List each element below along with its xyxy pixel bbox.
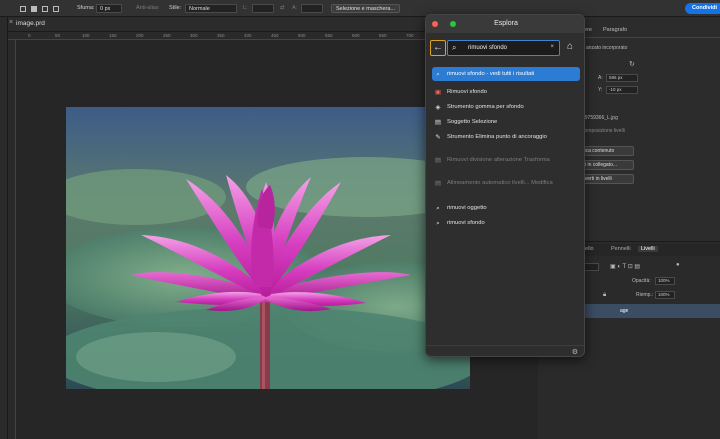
back-arrow-icon[interactable]: ← — [430, 40, 446, 56]
menu-icon: ▤ — [434, 157, 442, 164]
document-name: image.prd — [16, 20, 45, 27]
result-text: rimuovi sfondo - vedi tutti i risultati — [447, 70, 535, 77]
ruler-tick: 100 — [82, 33, 90, 38]
explore-dialog: Esplora ← ⌕ rimuovi sfondo × ⌂ ⌕ rimuovi… — [425, 14, 585, 357]
menu-icon: ▤ — [434, 119, 442, 126]
result-text: Rimuovi sfondo — [447, 89, 487, 95]
home-icon[interactable]: ⌂ — [567, 41, 573, 52]
width-label: L: — [243, 5, 248, 11]
height-input[interactable] — [301, 4, 323, 13]
intersect-selection-icon[interactable] — [53, 5, 59, 12]
ruler-tick: 350 — [217, 33, 225, 38]
embedded-object-label: anzato incorporato — [586, 45, 628, 51]
feather-label: Sfuma: — [77, 5, 95, 11]
result-text: Strumento gomma per sfondo — [447, 104, 524, 110]
search-input[interactable]: ⌕ rimuovi sfondo × — [447, 40, 560, 56]
result-delete-anchor-point[interactable]: ✎ Strumento Elimina punto di ancoraggio — [432, 134, 580, 149]
clear-icon[interactable]: × — [550, 44, 554, 50]
tab-paragraph[interactable]: Paragrafo — [603, 27, 627, 33]
result-label: rimuovi sfondo - vedi tutti i risultati — [447, 71, 577, 79]
result-text: Strumento Elimina punto di ancoraggio — [447, 134, 547, 140]
result-text: Soggetto Selezione — [447, 119, 498, 125]
ruler-tick: 500 — [298, 33, 306, 38]
ruler-tick: 200 — [136, 33, 144, 38]
ruler-tick: 0 — [28, 33, 31, 38]
vertical-ruler — [8, 40, 16, 439]
search-icon: ⌕ — [436, 205, 440, 212]
result-text: Rimuovi divisione alterazione Trasforma — [447, 157, 550, 163]
width-input[interactable] — [252, 4, 274, 13]
reset-icon[interactable]: ↻ — [629, 60, 635, 68]
height-label: A: — [292, 5, 298, 11]
tools-panel — [0, 17, 8, 439]
search-query[interactable]: rimuovi sfondo — [468, 45, 507, 51]
ruler-tick: 150 — [109, 33, 117, 38]
pen-icon: ✎ — [435, 134, 441, 141]
ruler-tick: 600 — [352, 33, 360, 38]
filter-icons[interactable]: ▣ ◐ T ⊡ ▤ — [610, 263, 640, 270]
edit-contents-button[interactable]: ifica contenuto — [578, 146, 634, 156]
ruler-tick: 550 — [325, 33, 333, 38]
ruler-tick: 300 — [190, 33, 198, 38]
close-tab-icon[interactable]: × — [9, 19, 13, 26]
w-label: A: — [598, 75, 603, 81]
result-see-all[interactable]: ⌕ rimuovi sfondo - vedi tutti i risultat… — [432, 67, 580, 81]
fill-input[interactable]: 100% — [655, 291, 675, 299]
select-and-mask-button[interactable]: Selezione e maschera... — [331, 4, 401, 13]
feather-input[interactable]: 0 px — [96, 4, 122, 13]
style-select[interactable]: Normale — [185, 4, 237, 13]
ruler-tick: 700 — [406, 33, 414, 38]
ruler-tick: 450 — [271, 33, 279, 38]
result-remove-warp-split[interactable]: ▤ Rimuovi divisione alterazione Trasform… — [432, 157, 580, 172]
layer-name: age — [620, 308, 629, 314]
ruler-tick: 50 — [55, 33, 61, 38]
search-icon: ⌕ — [436, 220, 440, 227]
swap-icon[interactable]: ⇄ — [280, 4, 285, 13]
add-selection-icon[interactable] — [31, 5, 37, 12]
layer-comps-label: composizione livelli — [582, 128, 625, 134]
style-label: Stile: — [169, 5, 182, 11]
convert-to-linked-button[interactable]: rti in collegato... — [578, 160, 634, 170]
opacity-input[interactable]: 100% — [655, 277, 675, 285]
close-window-icon[interactable] — [432, 21, 438, 27]
result-auto-align-layers[interactable]: ▤ Allineamento automatico livelli... Mod… — [432, 180, 580, 195]
options-bar: Sfuma: 0 px Anti-alias Stile: Normale L:… — [0, 0, 720, 17]
layer-filter-select[interactable] — [583, 263, 599, 271]
lock-icon[interactable]: 🔒︎ — [603, 292, 606, 299]
search-icon: ⌕ — [436, 70, 440, 78]
fill-label: Riemp.: — [636, 292, 654, 298]
gear-icon[interactable]: ⚙ — [572, 348, 578, 356]
app-icon: ▣ — [434, 89, 442, 96]
result-text: rimuovi sfondo — [447, 220, 485, 226]
share-button[interactable]: Condividi — [685, 3, 720, 14]
antialias-checkbox[interactable]: Anti-alias — [136, 4, 159, 13]
opacity-label: Opacità: — [632, 278, 651, 284]
subtract-selection-icon[interactable] — [42, 5, 48, 12]
y-label: Y: — [598, 87, 603, 93]
dialog-title-text: Esplora — [494, 20, 518, 27]
search-row: ← ⌕ rimuovi sfondo × ⌂ — [426, 37, 584, 59]
eraser-icon: ◈ — [435, 104, 441, 111]
w-input[interactable]: 586 px — [606, 74, 638, 82]
filter-toggle-icon[interactable]: ● — [676, 262, 680, 268]
y-input[interactable]: -10 px — [606, 86, 638, 94]
menu-icon: ▤ — [434, 180, 442, 187]
result-text: Allineamento automatico livelli... Modif… — [447, 180, 553, 186]
tab-brushes[interactable]: Pennelli — [611, 246, 631, 252]
zoom-window-icon[interactable] — [450, 21, 456, 27]
ruler-tick: 650 — [379, 33, 387, 38]
ruler-tick: 250 — [163, 33, 171, 38]
new-selection-icon[interactable] — [20, 5, 26, 12]
result-text: rimuovi oggetto — [447, 205, 487, 211]
lotus-photo[interactable] — [66, 107, 470, 389]
linked-file-name: 09759366_L.jpg — [582, 115, 618, 121]
search-icon: ⌕ — [452, 43, 457, 52]
tab-layers[interactable]: Livelli — [638, 246, 658, 252]
dialog-footer: ⚙ — [426, 345, 584, 356]
convert-to-layers-button[interactable]: nverti in livelli — [578, 174, 634, 184]
ruler-tick: 400 — [244, 33, 252, 38]
